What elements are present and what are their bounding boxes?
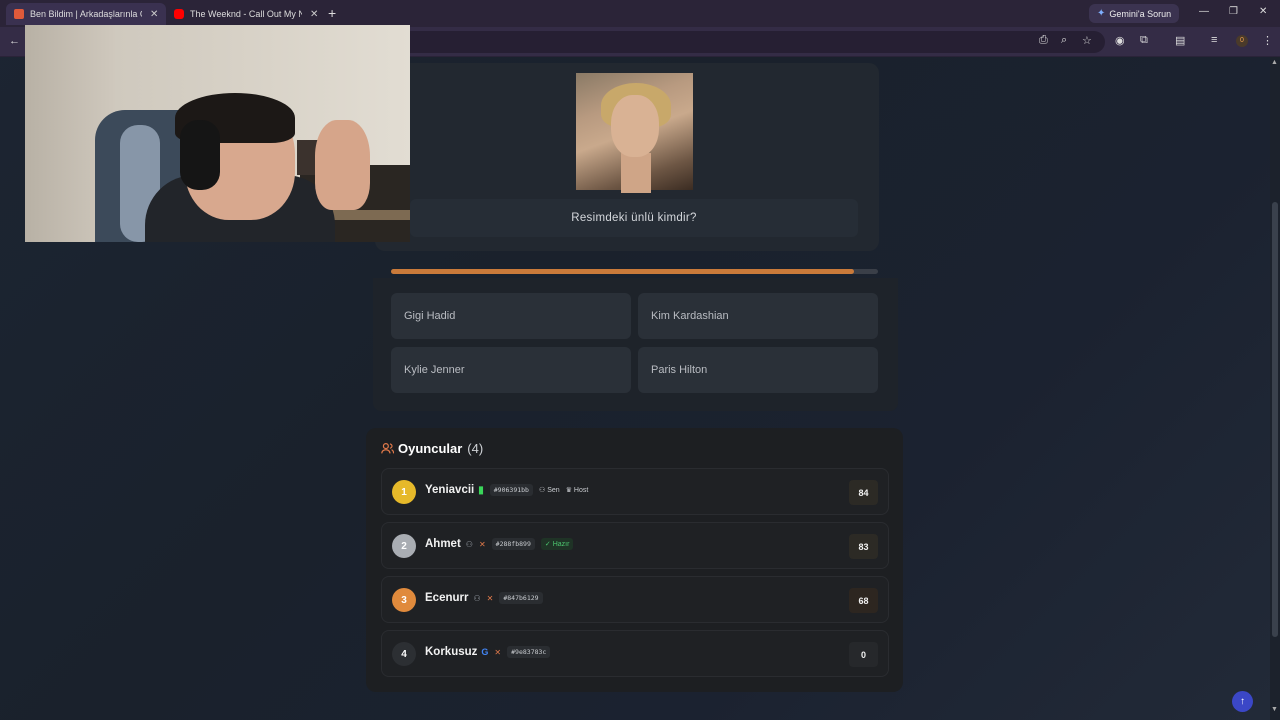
zoom-icon[interactable]: ⌕ — [1061, 34, 1067, 47]
player-score: 68 — [849, 588, 878, 613]
scroll-up-icon[interactable]: ▲ — [1271, 59, 1278, 66]
puzzle-icon[interactable]: ⧉ — [1140, 34, 1148, 47]
tab-title: Ben Bildim | Arkadaşlarınla Onli — [30, 9, 142, 19]
player-name: Ecenurr — [425, 592, 469, 604]
timer-progress-fill — [391, 269, 854, 274]
player-name: Korkusuz — [425, 646, 478, 658]
kick-logo-icon: ▮ — [478, 484, 484, 496]
gemini-button[interactable]: ✦ Gemini'a Sorun — [1089, 4, 1180, 23]
player-score: 83 — [849, 534, 878, 559]
ready-badge: ✓ Hazır — [540, 538, 574, 550]
google-icon: G — [481, 647, 489, 657]
tab-bar: Ben Bildim | Arkadaşlarınla Onli ✕ The W… — [0, 0, 1280, 27]
webcam-overlay — [25, 25, 410, 242]
player-row: 3 Ecenurr ⚇ ✕ #847b6129 68 — [381, 576, 889, 623]
extension-icon[interactable]: ◉ — [1115, 34, 1125, 47]
rank-badge: 2 — [392, 534, 416, 558]
player-name: Ahmet — [425, 538, 461, 550]
close-icon[interactable]: ✕ — [150, 9, 158, 20]
question-text: Resimdeki ünlü kimdir? — [410, 199, 858, 237]
bookmark-star-icon[interactable]: ☆ — [1082, 34, 1092, 47]
gemini-icon: ✦ — [1097, 8, 1106, 19]
arrow-up-icon: ↑ — [1240, 696, 1245, 707]
tab-title: The Weeknd - Call Out My Nam — [190, 9, 302, 19]
restore-button[interactable]: ❐ — [1229, 6, 1238, 17]
user-icon: ⚇ — [473, 593, 481, 603]
player-score: 0 — [849, 642, 878, 667]
player-score: 84 — [849, 480, 878, 505]
tab-ben-bildim[interactable]: Ben Bildim | Arkadaşlarınla Onli ✕ — [6, 3, 167, 25]
users-icon — [381, 443, 394, 454]
rank-badge: 1 — [392, 480, 416, 504]
player-name-line: Yeniavcii ▮ #906391bb ⚇ Sen ♛ Host — [425, 484, 588, 496]
back-arrow-icon[interactable]: ← — [9, 35, 20, 47]
gemini-label: Gemini'a Sorun — [1109, 8, 1172, 19]
media-icon[interactable]: ≡ — [1211, 34, 1217, 46]
sidepanel-icon[interactable]: ▤ — [1175, 34, 1185, 47]
player-name-line: Ahmet ⚇ ✕ #288fb899 ✓ Hazır — [425, 538, 574, 550]
kick-player-icon[interactable]: ✕ — [494, 648, 501, 657]
player-row: 4 Korkusuz G ✕ #9e83783c 0 — [381, 630, 889, 677]
kick-player-icon[interactable]: ✕ — [487, 594, 494, 603]
rank-badge: 3 — [392, 588, 416, 612]
close-window-button[interactable]: ✕ — [1259, 6, 1267, 17]
player-name-line: Korkusuz G ✕ #9e83783c — [425, 646, 551, 658]
user-icon: ⚇ — [465, 539, 473, 549]
player-id: #288fb899 — [491, 538, 535, 550]
you-label: ⚇ Sen — [538, 486, 560, 495]
close-icon[interactable]: ✕ — [310, 9, 318, 20]
player-id: #906391bb — [489, 484, 533, 496]
youtube-icon — [174, 9, 184, 19]
timer-progress-bar — [391, 269, 878, 274]
players-count: (4) — [467, 441, 484, 456]
menu-icon[interactable]: ⋮ — [1262, 34, 1273, 47]
players-heading: Oyuncular (4) — [381, 441, 483, 456]
celebrity-photo — [576, 73, 693, 193]
answer-option-3[interactable]: Kylie Jenner — [391, 347, 631, 393]
install-icon[interactable]: ⎙ — [1039, 34, 1048, 47]
scrollbar-thumb[interactable] — [1272, 202, 1278, 637]
players-title: Oyuncular — [398, 441, 463, 456]
extension-badge[interactable]: 0 — [1236, 35, 1248, 47]
favicon-icon — [14, 9, 24, 19]
player-row: 1 Yeniavcii ▮ #906391bb ⚇ Sen ♛ Host 84 — [381, 468, 889, 515]
minimize-button[interactable]: — — [1199, 6, 1209, 17]
kick-player-icon[interactable]: ✕ — [479, 540, 486, 549]
answer-option-2[interactable]: Kim Kardashian — [638, 293, 878, 339]
new-tab-button[interactable]: + — [328, 5, 336, 21]
scroll-top-button[interactable]: ↑ — [1232, 691, 1253, 712]
host-label: ♛ Host — [565, 486, 589, 495]
scroll-down-icon[interactable]: ▼ — [1271, 706, 1278, 713]
tab-youtube[interactable]: The Weeknd - Call Out My Nam ✕ — [166, 3, 326, 25]
user-icon: ⚇ — [538, 487, 548, 494]
crown-icon: ♛ — [565, 487, 574, 494]
answer-option-1[interactable]: Gigi Hadid — [391, 293, 631, 339]
player-name-line: Ecenurr ⚇ ✕ #847b6129 — [425, 592, 543, 604]
player-id: #847b6129 — [499, 592, 543, 604]
answer-option-4[interactable]: Paris Hilton — [638, 347, 878, 393]
rank-badge: 4 — [392, 642, 416, 666]
player-row: 2 Ahmet ⚇ ✕ #288fb899 ✓ Hazır 83 — [381, 522, 889, 569]
player-id: #9e83783c — [507, 646, 551, 658]
player-name: Yeniavcii — [425, 484, 475, 496]
